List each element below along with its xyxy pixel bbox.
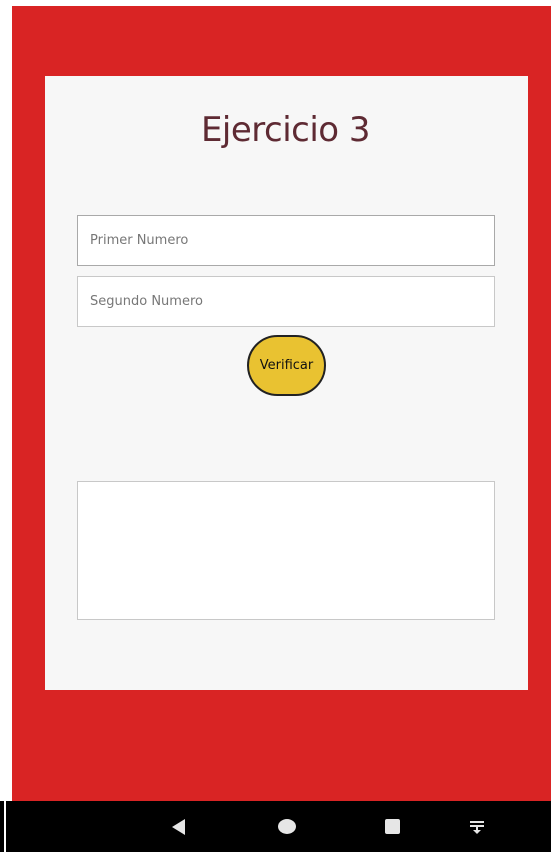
device-screen: Ejercicio 3 Verificar <box>0 0 551 852</box>
back-icon[interactable] <box>163 801 193 852</box>
first-number-input[interactable] <box>77 215 495 266</box>
page-title: Ejercicio 3 <box>200 110 371 150</box>
recents-icon[interactable] <box>377 801 407 852</box>
screen-edge-line <box>4 801 6 852</box>
result-output-box <box>77 481 495 620</box>
second-number-input[interactable] <box>77 276 495 327</box>
android-navigation-bar <box>0 801 551 852</box>
notification-pulldown-icon[interactable] <box>462 801 492 852</box>
verify-button[interactable]: Verificar <box>247 335 326 396</box>
home-icon[interactable] <box>272 801 302 852</box>
